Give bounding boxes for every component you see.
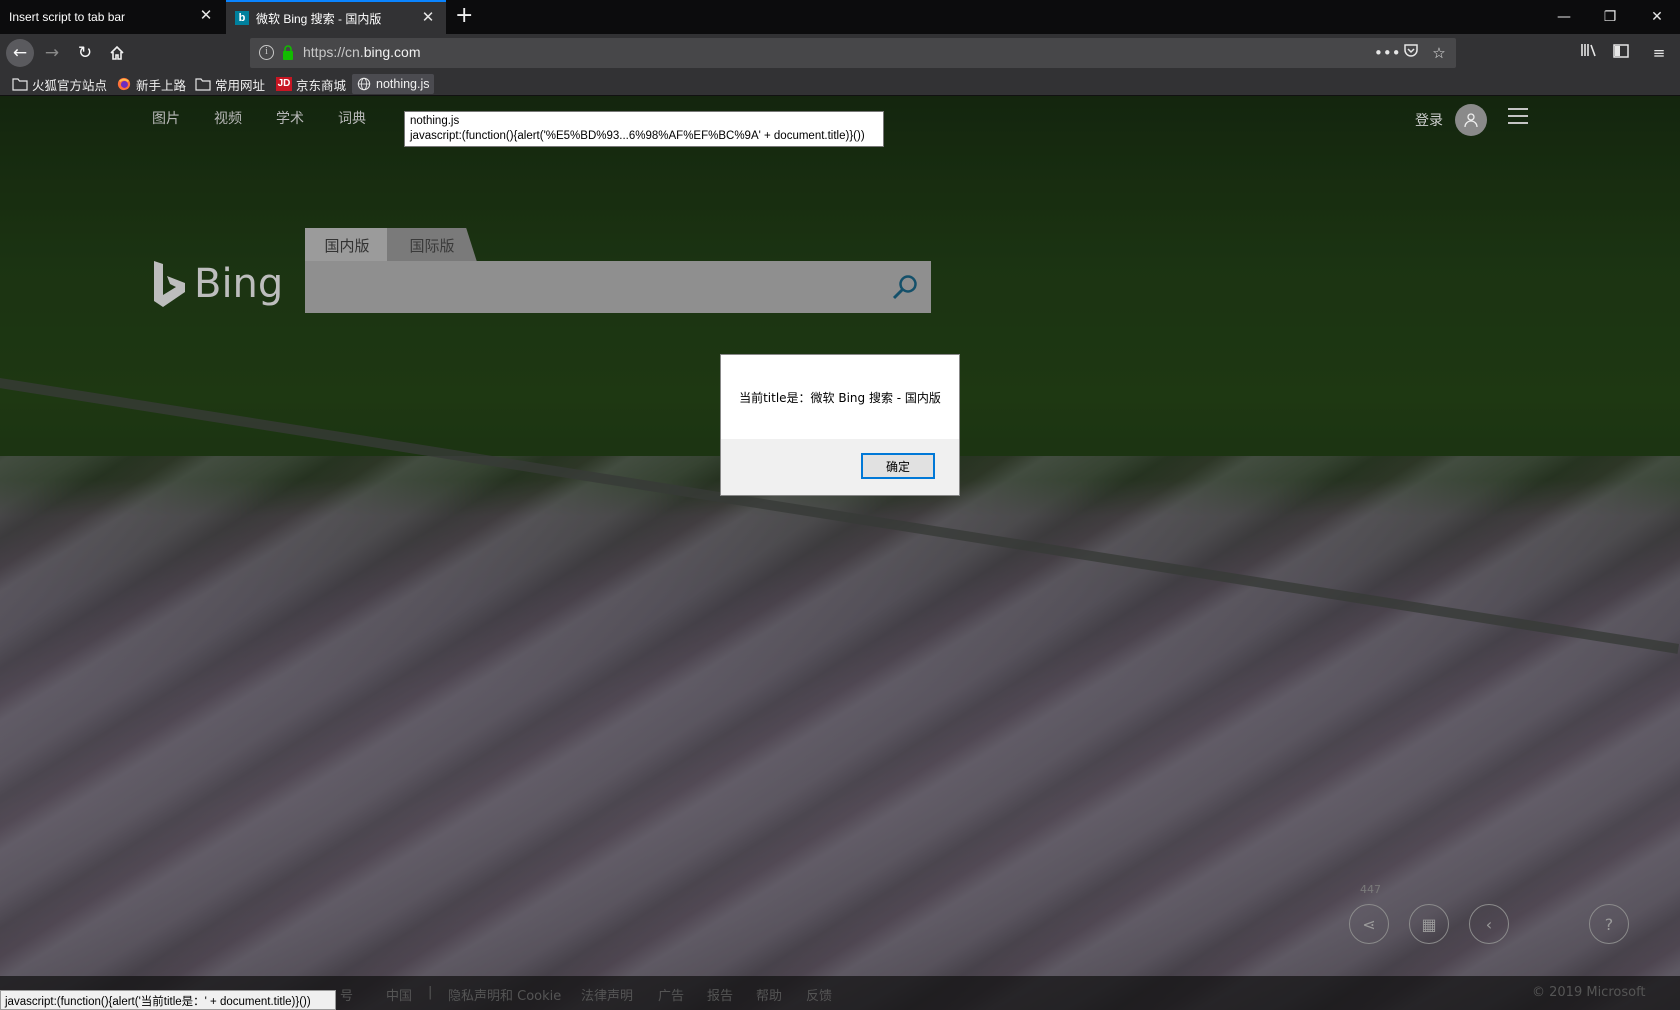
share-icon: ⋖ xyxy=(1362,914,1376,934)
footer-item[interactable]: 反馈 xyxy=(806,985,832,1004)
login-button[interactable]: 登录 xyxy=(1415,104,1487,136)
footer-item[interactable]: 号 xyxy=(340,985,353,1004)
tab-title: Insert script to tab bar xyxy=(9,10,126,24)
lock-icon[interactable] xyxy=(282,45,294,60)
search-input[interactable] xyxy=(305,261,931,313)
jd-icon: JD xyxy=(276,77,292,91)
url-bar[interactable]: i https://cn.bing.com ••• ☆ xyxy=(250,38,1456,68)
nav-videos[interactable]: 视频 xyxy=(214,108,242,128)
copyright: © 2019 Microsoft xyxy=(1532,985,1646,1000)
info-icon: ? xyxy=(1604,914,1614,934)
footer-item[interactable]: 广告 xyxy=(658,985,684,1004)
footer-item[interactable]: 法律声明 xyxy=(581,985,633,1004)
image-count: 447 xyxy=(1360,883,1381,896)
bookmark-label: 火狐官方站点 xyxy=(32,78,108,93)
bookmark-label: 京东商城 xyxy=(296,78,347,93)
bookmark-star-icon[interactable]: ☆ xyxy=(1428,42,1450,64)
bing-wordmark: Bing xyxy=(194,261,284,307)
arrow-left-icon: ← xyxy=(12,43,28,63)
page-overlay xyxy=(0,96,1680,1010)
tab-bar: Insert script to tab bar ✕ b 微软 Bing 搜索 … xyxy=(0,0,1680,34)
sidebar-icon[interactable] xyxy=(1610,42,1632,64)
footer-item[interactable]: 报告 xyxy=(707,985,733,1004)
previous-image-button[interactable]: ‹ xyxy=(1469,904,1509,944)
alert-dialog: 当前title是：微软 Bing 搜索 - 国内版 确定 xyxy=(720,354,960,496)
nav-academic[interactable]: 学术 xyxy=(276,108,304,128)
login-label: 登录 xyxy=(1415,113,1443,129)
tooltip-title: nothing.js xyxy=(410,115,460,127)
site-info-icon[interactable]: i xyxy=(259,45,274,60)
home-icon xyxy=(110,45,124,60)
new-tab-button[interactable]: + xyxy=(455,4,473,28)
chevron-left-icon: ‹ xyxy=(1485,914,1493,934)
nav-dictionary[interactable]: 词典 xyxy=(338,108,366,128)
qr-code-button[interactable]: ▦ xyxy=(1409,904,1449,944)
globe-icon xyxy=(357,77,371,91)
bookmark-getting-started[interactable]: 新手上路 xyxy=(112,74,190,94)
bing-favicon-icon: b xyxy=(235,11,249,25)
close-icon[interactable]: ✕ xyxy=(198,8,214,24)
page-actions-icon[interactable]: ••• xyxy=(1374,42,1401,64)
bookmark-tooltip: nothing.js javascript:(function(){alert(… xyxy=(404,111,884,147)
folder-icon xyxy=(12,78,28,91)
status-bar: javascript:(function(){alert('当前title是：'… xyxy=(0,990,336,1010)
user-icon xyxy=(1464,113,1478,128)
arrow-right-icon: → xyxy=(44,43,60,63)
avatar[interactable] xyxy=(1455,104,1487,136)
bing-logo[interactable]: Bing xyxy=(152,259,283,309)
back-button[interactable]: ← xyxy=(6,39,34,67)
folder-icon xyxy=(195,78,211,91)
bookmark-folder-common-sites[interactable]: 常用网址 xyxy=(191,74,269,94)
tab-bing[interactable]: b 微软 Bing 搜索 - 国内版 ✕ xyxy=(226,0,446,34)
bookmark-label: 新手上路 xyxy=(136,78,187,93)
reload-icon: ↻ xyxy=(77,43,93,63)
bookmark-folder-firefox-official[interactable]: 火狐官方站点 xyxy=(8,74,111,94)
footer-item[interactable]: 帮助 xyxy=(756,985,782,1004)
forward-button[interactable]: → xyxy=(38,39,66,67)
footer-item[interactable]: 中国 xyxy=(386,985,412,1004)
tab-title: 微软 Bing 搜索 - 国内版 xyxy=(256,11,382,26)
home-button[interactable] xyxy=(103,39,131,67)
firefox-icon xyxy=(117,77,131,91)
qr-code-icon: ▦ xyxy=(1421,914,1437,934)
restore-button[interactable]: ❐ xyxy=(1587,0,1633,34)
app-menu-icon[interactable]: ≡ xyxy=(1648,42,1670,64)
pocket-icon[interactable] xyxy=(1400,42,1422,64)
footer-divider: | xyxy=(428,985,433,1000)
bookmarks-toolbar: 火狐官方站点 新手上路 常用网址 JD 京东商城 nothing.js xyxy=(0,72,1680,96)
reload-button[interactable]: ↻ xyxy=(71,39,99,67)
bookmark-label: nothing.js xyxy=(376,77,430,91)
close-icon[interactable]: ✕ xyxy=(420,10,436,26)
tab-insert-script[interactable]: Insert script to tab bar ✕ xyxy=(0,0,224,34)
tab-domestic[interactable]: 国内版 xyxy=(305,228,389,262)
tab-international[interactable]: 国际版 xyxy=(387,228,477,262)
bookmark-jd[interactable]: JD 京东商城 xyxy=(272,74,350,94)
minimize-button[interactable]: — xyxy=(1541,0,1587,34)
share-button[interactable]: ⋖ xyxy=(1349,904,1389,944)
bookmark-nothing-js[interactable]: nothing.js xyxy=(352,74,434,94)
tooltip-url: javascript:(function(){alert('%E5%BD%93.… xyxy=(410,130,865,142)
bing-top-nav: 图片 视频 学术 词典 xyxy=(152,108,400,128)
search-icon[interactable] xyxy=(891,273,919,301)
bookmark-label: 常用网址 xyxy=(215,78,266,93)
navigation-toolbar: ← → ↻ i https://cn.bing.com ••• ☆ ≡ xyxy=(0,34,1680,72)
library-icon[interactable] xyxy=(1578,42,1600,64)
info-button[interactable]: ? xyxy=(1589,904,1629,944)
nav-images[interactable]: 图片 xyxy=(152,108,180,128)
window-close-button[interactable]: ✕ xyxy=(1634,0,1680,34)
alert-message: 当前title是：微软 Bing 搜索 - 国内版 xyxy=(721,355,959,439)
ok-button[interactable]: 确定 xyxy=(861,453,935,479)
bing-b-icon xyxy=(154,261,185,307)
footer-item[interactable]: 隐私声明和 Cookie xyxy=(448,985,561,1004)
bing-homepage: 图片 视频 学术 词典 登录 Bing 国内版 国际版 447 ⋖ ▦ ‹ ? … xyxy=(0,96,1680,1010)
hamburger-menu-icon[interactable] xyxy=(1508,108,1528,129)
url-text[interactable]: https://cn.bing.com xyxy=(303,44,421,60)
